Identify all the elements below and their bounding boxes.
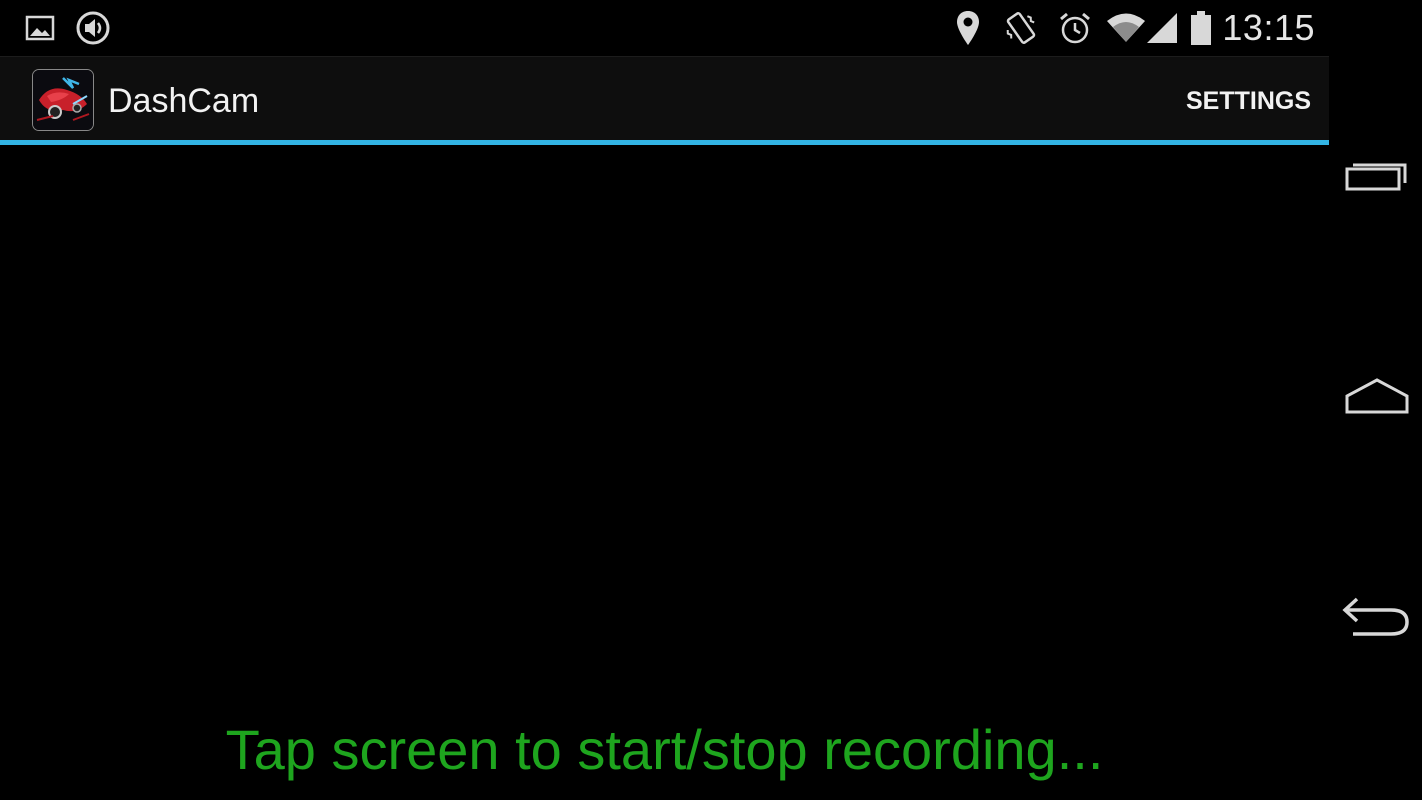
action-bar: DashCam SETTINGS bbox=[0, 56, 1329, 145]
app-title: DashCam bbox=[108, 82, 260, 120]
home-button[interactable] bbox=[1337, 358, 1417, 438]
dashcam-screen: 13:15 DashCam SETTINGS Tap screen to sta… bbox=[0, 0, 1422, 800]
camera-preview-area[interactable]: Tap screen to start/stop recording... bbox=[0, 145, 1329, 800]
wifi-icon bbox=[1106, 8, 1146, 48]
navigation-bar bbox=[1329, 0, 1422, 800]
recent-apps-button[interactable] bbox=[1337, 138, 1417, 218]
dashcam-app-icon[interactable] bbox=[32, 69, 94, 131]
signal-icon bbox=[1142, 8, 1182, 48]
back-button[interactable] bbox=[1337, 580, 1417, 660]
volume-notification-icon bbox=[73, 8, 113, 48]
alarm-icon bbox=[1055, 8, 1095, 48]
settings-button[interactable]: SETTINGS bbox=[1186, 79, 1311, 123]
vibrate-icon bbox=[1001, 8, 1041, 48]
back-icon bbox=[1341, 596, 1413, 645]
record-hint-text: Tap screen to start/stop recording... bbox=[225, 718, 1104, 781]
battery-icon bbox=[1181, 8, 1221, 48]
home-icon bbox=[1344, 376, 1410, 421]
status-bar: 13:15 bbox=[0, 0, 1329, 56]
image-notification-icon bbox=[20, 8, 60, 48]
status-clock: 13:15 bbox=[1222, 7, 1315, 48]
location-icon bbox=[948, 8, 988, 48]
recent-apps-icon bbox=[1344, 156, 1410, 201]
